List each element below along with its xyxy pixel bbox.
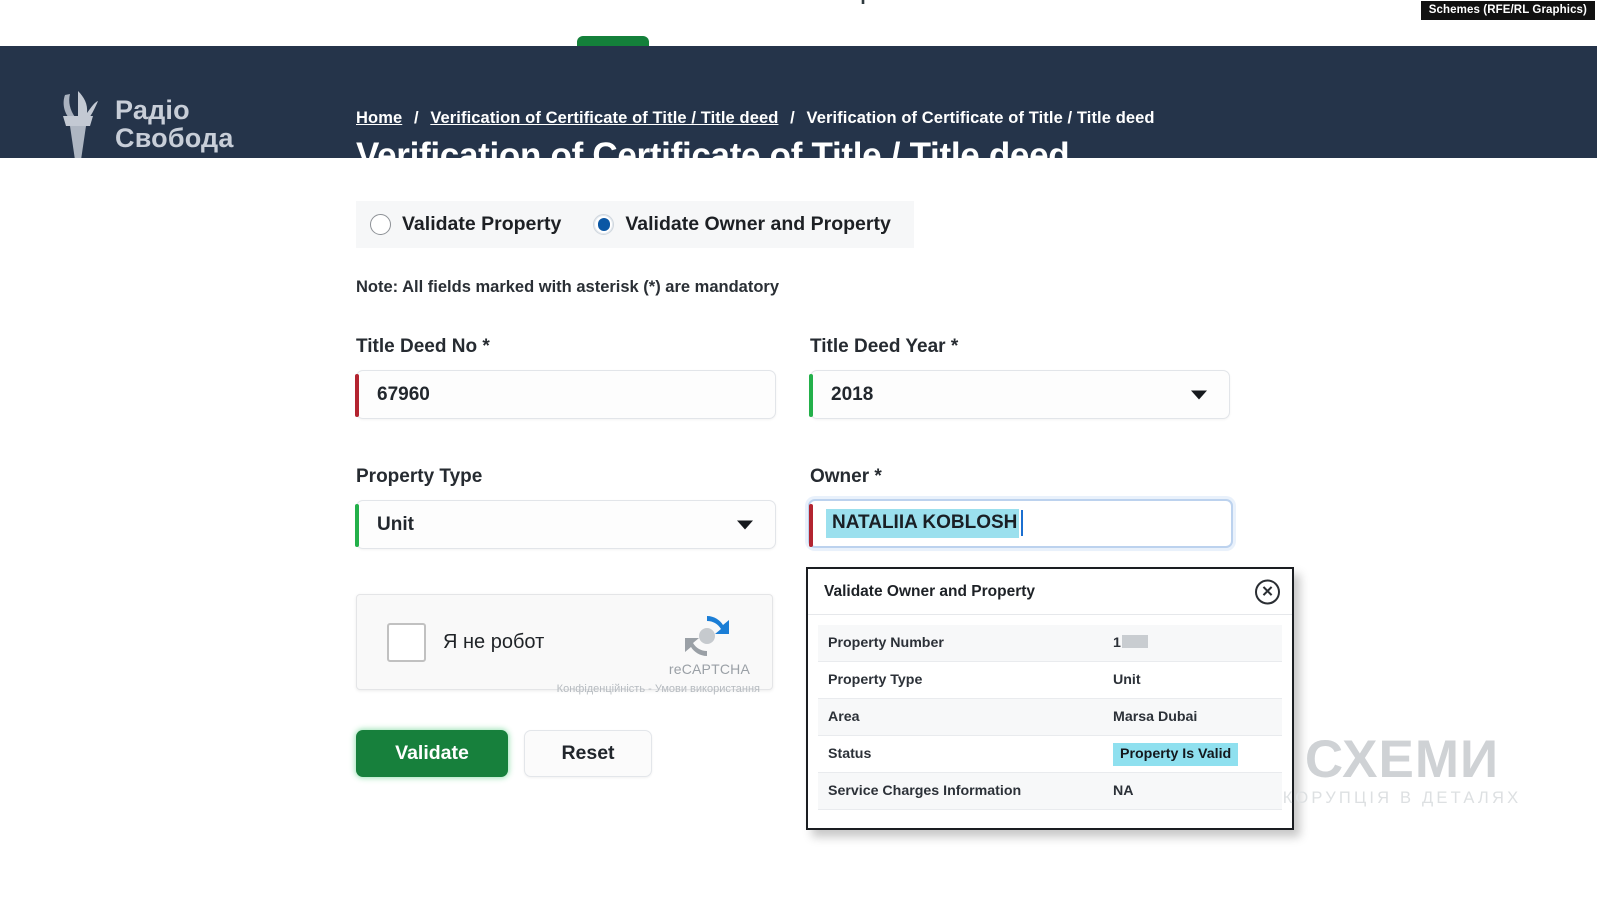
result-row: Property Number1 — [818, 625, 1282, 662]
nav-item-rdc[interactable]: RDC — [748, 0, 789, 6]
validation-mode-selector: Validate Property Validate Owner and Pro… — [356, 201, 914, 248]
validate-button[interactable]: Validate — [356, 730, 508, 777]
recaptcha-fine-print[interactable]: Конфіденційність - Умови використання — [557, 683, 760, 695]
text-cursor — [1021, 510, 1023, 536]
nav-item-user-guide[interactable]: User Guide — [997, 0, 1098, 6]
nav-item-home[interactable]: Home — [365, 0, 418, 6]
result-row: Service Charges InformationNA — [818, 773, 1282, 810]
brand-text: Радіо Свобода — [115, 97, 234, 152]
label-title-deed-year: Title Deed Year * — [810, 336, 958, 358]
mandatory-fields-note: Note: All fields marked with asterisk (*… — [356, 278, 779, 297]
radio-circle-selected-icon[interactable] — [593, 214, 614, 235]
chevron-down-icon[interactable] — [1191, 390, 1207, 399]
modal-header: Validate Owner and Property ✕ — [808, 569, 1292, 615]
page-root: Home About Us Services RDC Open Data User Gui… — [0, 0, 1597, 898]
radio-option-validate-property[interactable]: Validate Property — [370, 213, 561, 236]
nav-item-services[interactable]: Services — [614, 0, 692, 6]
close-circle-icon[interactable]: ✕ — [1255, 579, 1280, 604]
recaptcha-checkbox[interactable] — [387, 623, 426, 662]
value-title-deed-year[interactable]: 2018 — [811, 384, 873, 406]
result-row: StatusProperty Is Valid — [818, 736, 1282, 773]
top-navigation: Home About Us Services RDC Open Data User Gui… — [0, 0, 1597, 46]
recaptcha-label: Я не робот — [443, 631, 544, 654]
field-owner[interactable]: NATALIIA KOBLOSH — [808, 499, 1233, 548]
field-title-deed-no[interactable]: 67960 — [356, 370, 776, 419]
brand-line-1: Радіо — [115, 97, 234, 125]
redaction-mask — [1122, 635, 1148, 648]
field-accent-bar — [809, 374, 813, 417]
modal-result-table: Property Number1Property TypeUnitAreaMar… — [808, 615, 1292, 810]
nav-item-about-us[interactable]: About Us — [474, 0, 558, 6]
label-title-deed-no: Title Deed No * — [356, 336, 490, 358]
breadcrumb-separator-2: / — [783, 109, 802, 127]
label-owner: Owner * — [810, 466, 882, 488]
torch-icon — [48, 88, 106, 162]
field-accent-bar — [355, 374, 359, 417]
recaptcha-brand: reCAPTCHA — [669, 661, 750, 677]
result-row-value: NA — [1113, 783, 1134, 799]
result-row-key: Property Number — [828, 635, 1113, 651]
result-row: AreaMarsa Dubai — [818, 699, 1282, 736]
brand-line-2: Свобода — [115, 125, 234, 153]
radio-circle-icon[interactable] — [370, 214, 391, 235]
breadcrumb-current: Verification of Certificate of Title / T… — [807, 109, 1155, 127]
field-property-type[interactable]: Unit — [356, 500, 776, 549]
breadcrumb-home[interactable]: Home — [356, 109, 402, 127]
breadcrumb-separator-1: / — [407, 109, 426, 127]
nav-item-open-data[interactable]: Open Data — [846, 0, 941, 6]
field-title-deed-year[interactable]: 2018 — [810, 370, 1230, 419]
nav-item-downloads[interactable]: Downloads — [1154, 0, 1255, 6]
validation-result-modal: Validate Owner and Property ✕ Property N… — [806, 567, 1294, 830]
value-property-type[interactable]: Unit — [357, 514, 414, 536]
value-title-deed-no[interactable]: 67960 — [357, 384, 430, 406]
radio-label-validate-property: Validate Property — [402, 213, 561, 236]
breadcrumb-parent[interactable]: Verification of Certificate of Title / T… — [430, 109, 778, 127]
result-row-value: Unit — [1113, 672, 1141, 688]
site-header: Радіо Свобода Home / Verification of Cer… — [0, 46, 1597, 158]
recaptcha-icon — [680, 612, 734, 660]
schemes-credit-badge: Schemes (RFE/RL Graphics) — [1421, 1, 1595, 20]
radio-option-validate-owner-and-property[interactable]: Validate Owner and Property — [593, 213, 891, 236]
breadcrumb: Home / Verification of Certificate of Ti… — [356, 109, 1155, 128]
chevron-down-icon[interactable] — [737, 520, 753, 529]
radio-label-validate-owner-and-property: Validate Owner and Property — [625, 213, 891, 236]
result-row-value: 1 — [1113, 635, 1148, 651]
field-accent-bar — [809, 504, 813, 547]
result-row-key: Property Type — [828, 672, 1113, 688]
top-navigation-items: Home About Us Services RDC Open Data User Gui… — [365, 0, 1255, 6]
recaptcha-widget[interactable]: Я не робот reCAPTCHA Конфіденційність - … — [356, 594, 773, 690]
result-row: Property TypeUnit — [818, 662, 1282, 699]
status-badge: Property Is Valid — [1113, 743, 1238, 766]
radio-svoboda-logo[interactable]: Радіо Свобода — [48, 88, 234, 162]
modal-title: Validate Owner and Property — [824, 583, 1035, 601]
result-row-key: Status — [828, 746, 1113, 762]
result-row-value: Marsa Dubai — [1113, 709, 1197, 725]
label-property-type: Property Type — [356, 466, 482, 488]
result-row-key: Area — [828, 709, 1113, 725]
reset-button[interactable]: Reset — [524, 730, 652, 777]
main-content: Validate Property Validate Owner and Pro… — [0, 158, 1597, 898]
result-row-key: Service Charges Information — [828, 783, 1113, 799]
value-owner[interactable]: NATALIIA KOBLOSH — [826, 509, 1019, 538]
field-accent-bar — [355, 504, 359, 547]
